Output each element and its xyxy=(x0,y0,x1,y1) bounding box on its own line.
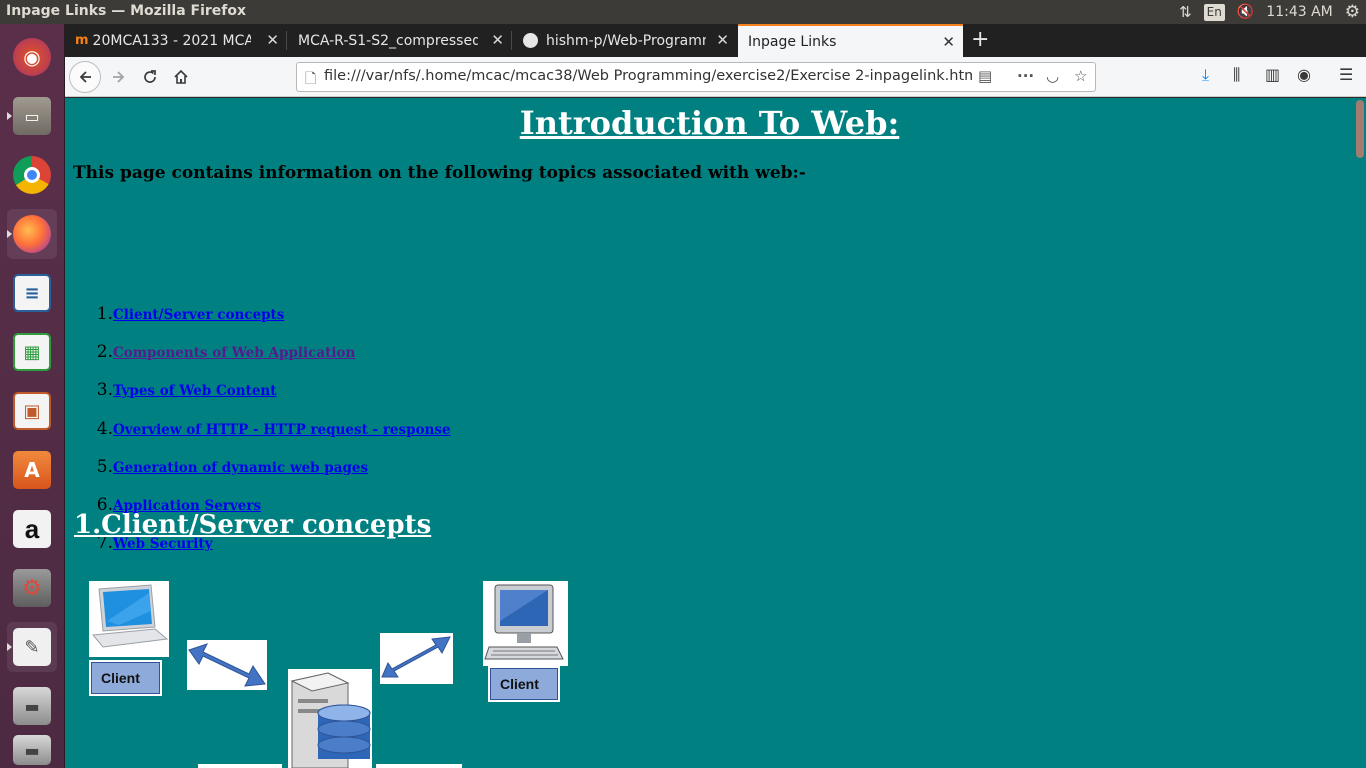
arrow-right-icon xyxy=(113,71,125,83)
home-icon xyxy=(174,69,188,84)
forward-button[interactable] xyxy=(105,63,133,91)
tab-pdf[interactable]: MCA-R-S1-S2_compressed_ ✕ xyxy=(288,24,512,57)
text-editor-icon[interactable]: ✎ xyxy=(7,622,57,672)
back-button[interactable] xyxy=(69,61,101,93)
vertical-scrollbar[interactable] xyxy=(1354,98,1366,768)
tab-moodle[interactable]: m 20MCA133 - 2021 MCA \ ✕ xyxy=(65,24,287,57)
sidebar-icon[interactable]: ▥ xyxy=(1265,65,1280,84)
system-settings-icon[interactable]: ⚙ xyxy=(7,563,57,613)
system-tray: ⇅ En 🔇 11:43 AM ⚙ xyxy=(1179,0,1366,24)
client-label-1: Client xyxy=(89,660,162,696)
github-icon xyxy=(523,33,538,48)
reload-icon xyxy=(144,70,156,83)
downloads-icon[interactable]: ⤓ xyxy=(1202,65,1209,85)
ubuntu-dash-icon[interactable]: ◉ xyxy=(7,32,57,82)
window-title: Inpage Links — Mozilla Firefox xyxy=(6,3,247,19)
double-arrow-image xyxy=(187,640,267,690)
client-label-2: Client xyxy=(488,666,560,702)
libreoffice-impress-icon[interactable]: ▣ xyxy=(7,386,57,436)
chrome-icon[interactable] xyxy=(7,150,57,200)
account-icon[interactable]: ◉ xyxy=(1297,65,1311,84)
new-tab-button[interactable]: + xyxy=(971,27,989,52)
home-button[interactable] xyxy=(167,63,195,91)
tab-github[interactable]: hishm-p/Web-Programm ✕ xyxy=(513,24,737,57)
tab-label: Inpage Links xyxy=(748,33,837,50)
gear-icon[interactable]: ⚙ xyxy=(1345,2,1360,22)
laptop-image xyxy=(89,581,169,657)
menu-icon[interactable]: ☰ xyxy=(1339,65,1353,84)
software-center-icon[interactable]: A xyxy=(7,445,57,495)
intro-text: This page contains information on the fo… xyxy=(73,163,806,183)
scrollbar-thumb[interactable] xyxy=(1356,100,1364,158)
url-text[interactable]: file:///var/nfs/.home/mcac/mcac38/Web Pr… xyxy=(324,68,972,84)
amazon-icon[interactable]: a xyxy=(7,504,57,554)
top-panel: Inpage Links — Mozilla Firefox ⇅ En 🔇 11… xyxy=(0,0,1366,24)
reload-button[interactable] xyxy=(136,63,164,91)
page-viewport: Introduction To Web: This page contains … xyxy=(65,98,1354,768)
keyboard-layout-indicator[interactable]: En xyxy=(1203,3,1225,21)
tab-label: 20MCA133 - 2021 MCA \ xyxy=(92,32,251,49)
close-icon[interactable]: ✕ xyxy=(266,31,279,49)
files-icon[interactable]: ▭ xyxy=(7,91,57,141)
disk-drive-icon[interactable]: ▬ xyxy=(7,681,57,731)
double-arrow-image xyxy=(376,764,462,768)
server-database-image xyxy=(288,669,372,768)
toc-link-web-content[interactable]: Types of Web Content xyxy=(113,383,276,399)
toc-link-http[interactable]: Overview of HTTP - HTTP request - respon… xyxy=(113,422,451,438)
tab-label: MCA-R-S1-S2_compressed_ xyxy=(298,32,478,49)
close-icon[interactable]: ✕ xyxy=(942,33,955,51)
library-icon[interactable]: ⫼ xyxy=(1233,65,1240,85)
double-arrow-image xyxy=(198,764,282,768)
navigation-toolbar: 🗋 file:///var/nfs/.home/mcac/mcac38/Web … xyxy=(65,57,1366,97)
section-heading-client-server: 1.Client/Server concepts xyxy=(74,510,432,540)
network-transfer-icon[interactable]: ⇅ xyxy=(1179,3,1192,21)
toc-link-dynamic-pages[interactable]: Generation of dynamic web pages xyxy=(113,460,368,476)
desktop-computer-image xyxy=(483,581,568,666)
close-icon[interactable]: ✕ xyxy=(491,31,504,49)
disk-drive-icon[interactable]: ▬ xyxy=(7,729,57,765)
firefox-icon[interactable] xyxy=(7,209,71,259)
clock[interactable]: 11:43 AM xyxy=(1266,4,1332,20)
close-icon[interactable]: ✕ xyxy=(716,31,729,49)
libreoffice-calc-icon[interactable]: ▦ xyxy=(7,327,57,377)
arrow-left-icon xyxy=(79,71,91,83)
toc-link-client-server[interactable]: Client/Server concepts xyxy=(113,307,284,323)
bookmark-star-icon[interactable]: ☆ xyxy=(1074,67,1087,85)
page-title: Introduction To Web: xyxy=(519,104,900,142)
page-icon[interactable]: 🗋 xyxy=(305,68,316,92)
tab-inpage-links[interactable]: Inpage Links ✕ xyxy=(738,24,963,57)
moodle-icon: m xyxy=(75,33,89,48)
pocket-icon[interactable]: ◡ xyxy=(1046,67,1059,85)
tab-strip: m 20MCA133 - 2021 MCA \ ✕ MCA-R-S1-S2_co… xyxy=(65,24,1366,57)
double-arrow-image xyxy=(380,633,453,684)
volume-muted-icon[interactable]: 🔇 xyxy=(1237,4,1254,20)
url-bar[interactable]: 🗋 file:///var/nfs/.home/mcac/mcac38/Web … xyxy=(296,62,1096,92)
tab-label: hishm-p/Web-Programm xyxy=(546,32,706,49)
launcher: ◉ ▭ ≡ ▦ ▣ A a ⚙ ✎ ▬ ▬ xyxy=(0,24,71,768)
libreoffice-writer-icon[interactable]: ≡ xyxy=(7,268,57,318)
page-actions-icon[interactable]: ··· xyxy=(1017,67,1034,85)
toc-link-components[interactable]: Components of Web Application xyxy=(113,345,355,361)
reader-view-icon[interactable]: ▤ xyxy=(978,67,992,85)
